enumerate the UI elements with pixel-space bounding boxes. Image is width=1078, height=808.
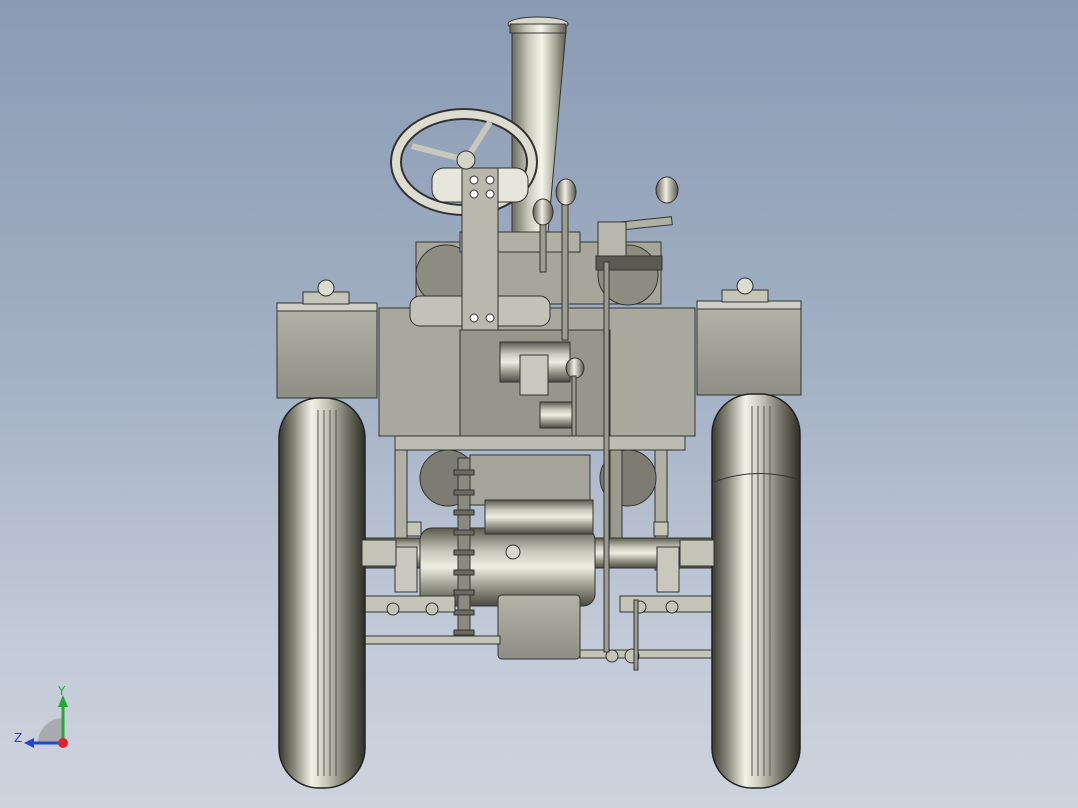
gearbox-sump (497, 594, 581, 660)
tractor-model[interactable] (0, 0, 1078, 808)
z-axis-label: Z (14, 731, 22, 745)
y-axis-label: Y (57, 685, 66, 698)
z-axis-arrow (24, 738, 34, 748)
x-axis-dot (58, 738, 68, 748)
front-body (378, 295, 696, 451)
right-mudguard (696, 277, 802, 396)
triad-arc (38, 718, 63, 743)
right-rear-wheel (711, 393, 801, 789)
left-mudguard (276, 279, 378, 399)
orientation-triad[interactable]: Y Z (10, 685, 80, 755)
cad-viewport[interactable]: Y Z (0, 0, 1078, 808)
left-rear-wheel (278, 397, 366, 789)
